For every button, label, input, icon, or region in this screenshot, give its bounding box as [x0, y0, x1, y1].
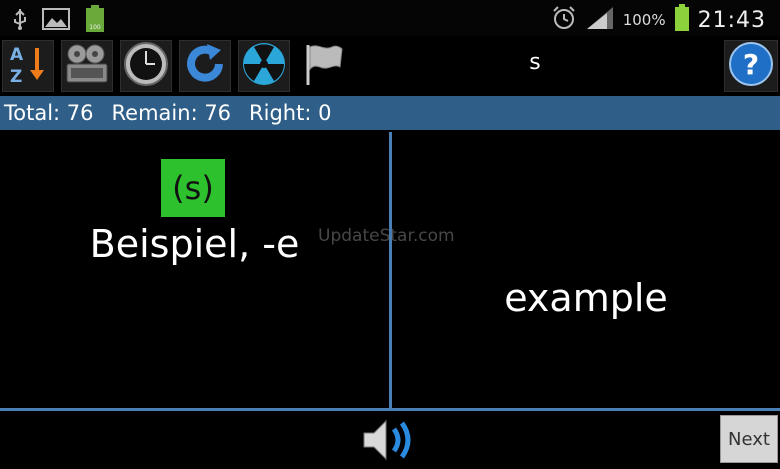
sort-az-icon: A Z — [6, 42, 50, 90]
right-count: Right: 0 — [249, 101, 332, 125]
play-audio-button[interactable] — [360, 415, 420, 465]
clock: 21:43 — [697, 7, 766, 33]
signal-icon — [585, 5, 615, 35]
refresh-icon — [183, 42, 227, 90]
timer-button[interactable] — [120, 40, 172, 92]
translation-card[interactable]: example — [392, 132, 780, 408]
word-card[interactable]: (s) Beispiel, -e — [0, 132, 389, 408]
help-icon: ? — [728, 41, 774, 91]
article-badge: (s) — [161, 159, 225, 217]
svg-text:A: A — [10, 45, 24, 65]
svg-text:?: ? — [743, 48, 759, 81]
help-button[interactable]: ? — [724, 40, 778, 92]
alarm-icon — [551, 5, 577, 35]
status-bar: 100 100% 21:43 — [0, 0, 780, 36]
battery-full-icon: 100 — [84, 5, 106, 37]
total-count: Total: 76 — [4, 101, 94, 125]
notification-icons: 100 — [12, 5, 106, 37]
image-icon — [42, 8, 70, 34]
stats-bar: Total: 76 Remain: 76 Right: 0 — [0, 96, 780, 130]
film-button[interactable] — [61, 40, 113, 92]
remain-count: Remain: 76 — [111, 101, 232, 125]
footer: Next — [0, 411, 780, 468]
toolbar: A Z s ? — [0, 36, 780, 96]
speaker-icon — [360, 419, 420, 469]
usb-icon — [12, 7, 28, 35]
battery-icon — [674, 4, 690, 36]
flag-button[interactable] — [297, 40, 349, 92]
svg-text:100: 100 — [89, 24, 101, 31]
watermark: UpdateStar.com — [318, 226, 455, 246]
battery-percent: 100% — [622, 11, 666, 29]
film-icon — [63, 42, 111, 90]
svg-text:Z: Z — [10, 67, 22, 86]
system-icons: 100% 21:43 — [551, 4, 766, 36]
toolbar-title: s — [529, 50, 541, 75]
sort-button[interactable]: A Z — [2, 40, 54, 92]
radiation-button[interactable] — [238, 40, 290, 92]
radiation-icon — [241, 41, 287, 91]
refresh-button[interactable] — [179, 40, 231, 92]
clock-icon — [123, 41, 169, 91]
translation-text: example — [504, 276, 668, 320]
next-button[interactable]: Next — [720, 415, 778, 463]
flag-icon — [300, 41, 346, 91]
